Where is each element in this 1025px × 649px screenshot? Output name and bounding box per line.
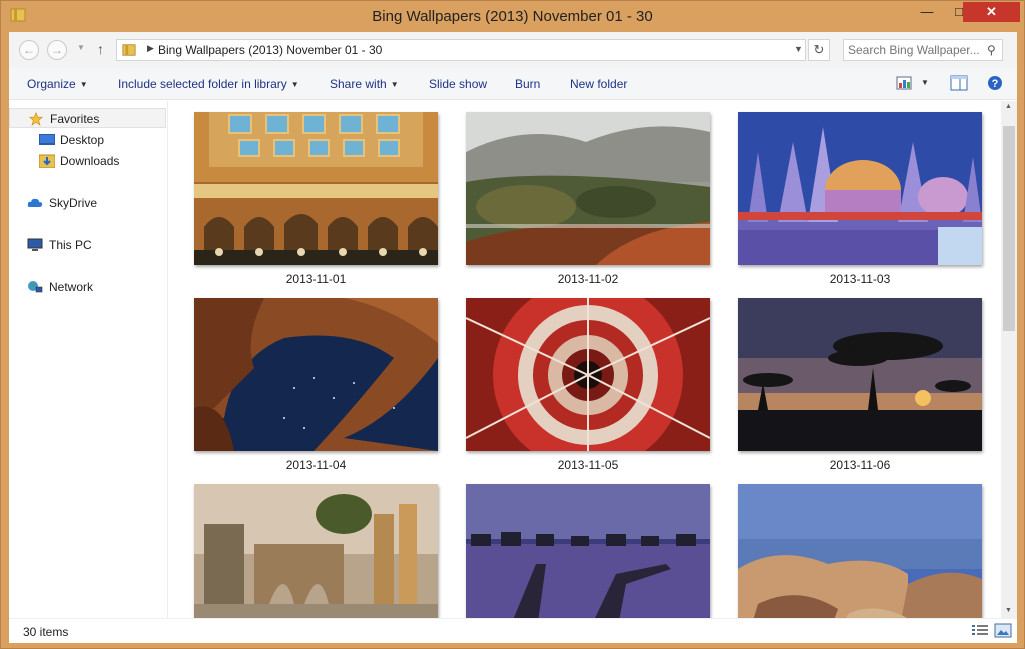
scroll-up-arrow-icon[interactable]: ▲: [1005, 103, 1012, 110]
sidebar-item-network[interactable]: Network: [9, 277, 166, 297]
thumbnail-2013-11-03[interactable]: [738, 112, 982, 265]
title-bar[interactable]: Bing Wallpapers (2013) November 01 - 30 …: [1, 1, 1024, 33]
file-name[interactable]: 2013-11-01: [194, 272, 438, 286]
star-icon: [28, 112, 44, 126]
file-name[interactable]: 2013-11-03: [738, 272, 982, 286]
preview-pane-icon[interactable]: [950, 75, 968, 91]
pier-huts-dusk-image: [466, 484, 710, 618]
chevron-down-icon: ▼: [79, 80, 88, 89]
close-button[interactable]: ✕: [963, 2, 1020, 22]
computer-icon: [27, 238, 43, 251]
rock-arch-stars-image: [194, 298, 438, 451]
address-field[interactable]: ▶ Bing Wallpapers (2013) November 01 - 3…: [116, 39, 806, 61]
file-name[interactable]: 2013-11-04: [194, 458, 438, 472]
thumbnail-2013-11-01[interactable]: [194, 112, 438, 265]
window-body: ← → ▼ ↑ ▶ Bing Wallpapers (2013) Novembe…: [9, 32, 1017, 643]
back-button[interactable]: ←: [19, 40, 39, 60]
misty-valley-image: [466, 112, 710, 265]
file-name[interactable]: 2013-11-02: [466, 272, 710, 286]
help-icon[interactable]: ?: [986, 75, 1004, 91]
thumbnail-ruins[interactable]: [194, 484, 438, 618]
desktop-icon: [39, 134, 55, 145]
address-history-chevron-icon[interactable]: ▼: [794, 44, 803, 54]
acacia-sunset-image: [738, 298, 982, 451]
search-icon[interactable]: ⚲: [987, 43, 996, 57]
explorer-window: Bing Wallpapers (2013) November 01 - 30 …: [0, 0, 1025, 649]
thumbnail-2013-11-02[interactable]: [466, 112, 710, 265]
ruins-sunset-image: [194, 484, 438, 618]
minimize-button[interactable]: —: [914, 2, 940, 22]
network-icon: [28, 281, 43, 293]
sidebar-item-label: Favorites: [50, 112, 100, 126]
rocky-coast-image: [738, 484, 982, 618]
recent-locations-chevron-icon[interactable]: ▼: [77, 43, 85, 52]
sidebar-item-label: SkyDrive: [49, 196, 98, 210]
search-input[interactable]: [848, 42, 984, 58]
navigation-pane: Favorites Desktop Downloads SkyDrive Thi…: [9, 101, 168, 618]
sidebar-item-label: Desktop: [60, 133, 105, 147]
sidebar-item-label: Network: [49, 280, 94, 294]
scroll-down-arrow-icon[interactable]: ▼: [1005, 607, 1012, 614]
sidebar-item-label: Downloads: [60, 154, 120, 168]
include-in-library-button[interactable]: Include selected folder in library ▼: [118, 77, 299, 91]
command-bar: Organize ▼ Include selected folder in lib…: [9, 68, 1017, 100]
search-box[interactable]: ⚲: [843, 39, 1003, 61]
sidebar-item-skydrive[interactable]: SkyDrive: [9, 193, 166, 213]
details-view-icon[interactable]: [971, 623, 989, 638]
refresh-button[interactable]: ↻: [808, 39, 830, 61]
chevron-down-icon: ▼: [290, 80, 299, 89]
chevron-down-icon: ▼: [390, 80, 399, 89]
temple-night-image: [738, 112, 982, 265]
file-list: 2013-11-01 2013-11-02 2013-11-03 2013-11…: [169, 101, 1001, 618]
sidebar-item-desktop[interactable]: Desktop: [9, 130, 166, 150]
share-with-label: Share with: [330, 77, 387, 91]
vertical-scrollbar[interactable]: ▲ ▼: [1001, 101, 1017, 618]
window-title: Bing Wallpapers (2013) November 01 - 30: [372, 8, 653, 25]
item-count: 30 items: [23, 625, 69, 639]
cloud-icon: [27, 198, 43, 207]
thumbnail-2013-11-04[interactable]: [194, 298, 438, 451]
spiral-staircase-image: [466, 298, 710, 451]
change-view-icon[interactable]: [896, 75, 914, 91]
organize-label: Organize: [27, 77, 76, 91]
view-options-chevron-icon[interactable]: ▼: [921, 78, 929, 87]
address-bar-row: ← → ▼ ↑ ▶ Bing Wallpapers (2013) Novembe…: [9, 32, 1017, 68]
thumbnail-pier-huts[interactable]: [466, 484, 710, 618]
forward-button[interactable]: →: [47, 40, 67, 60]
downloads-icon: [39, 154, 55, 168]
burn-button[interactable]: Burn: [515, 77, 540, 91]
sidebar-item-favorites[interactable]: Favorites: [9, 108, 166, 128]
file-name[interactable]: 2013-11-06: [738, 458, 982, 472]
folder-icon: [122, 44, 136, 56]
organize-button[interactable]: Organize ▼: [27, 77, 88, 91]
thumbnail-2013-11-05[interactable]: [466, 298, 710, 451]
status-bar: 30 items: [9, 618, 1017, 643]
breadcrumb[interactable]: Bing Wallpapers (2013) November 01 - 30: [158, 43, 382, 57]
scroll-thumb[interactable]: [1003, 126, 1015, 331]
include-library-label: Include selected folder in library: [118, 77, 287, 91]
breadcrumb-chevron-icon[interactable]: ▶: [147, 43, 154, 54]
slide-show-button[interactable]: Slide show: [429, 77, 487, 91]
up-arrow-icon[interactable]: ↑: [97, 41, 104, 57]
large-icons-view-icon[interactable]: [994, 623, 1012, 638]
svg-text:?: ?: [992, 78, 999, 90]
file-name[interactable]: 2013-11-05: [466, 458, 710, 472]
thumbnail-rocky-coast[interactable]: [738, 484, 982, 618]
thumbnail-2013-11-06[interactable]: [738, 298, 982, 451]
share-with-button[interactable]: Share with ▼: [330, 77, 399, 91]
sidebar-item-downloads[interactable]: Downloads: [9, 151, 166, 171]
new-folder-button[interactable]: New folder: [570, 77, 627, 91]
ornate-ceiling-image: [194, 112, 438, 265]
sidebar-item-this-pc[interactable]: This PC: [9, 235, 166, 255]
sidebar-item-label: This PC: [49, 238, 92, 252]
